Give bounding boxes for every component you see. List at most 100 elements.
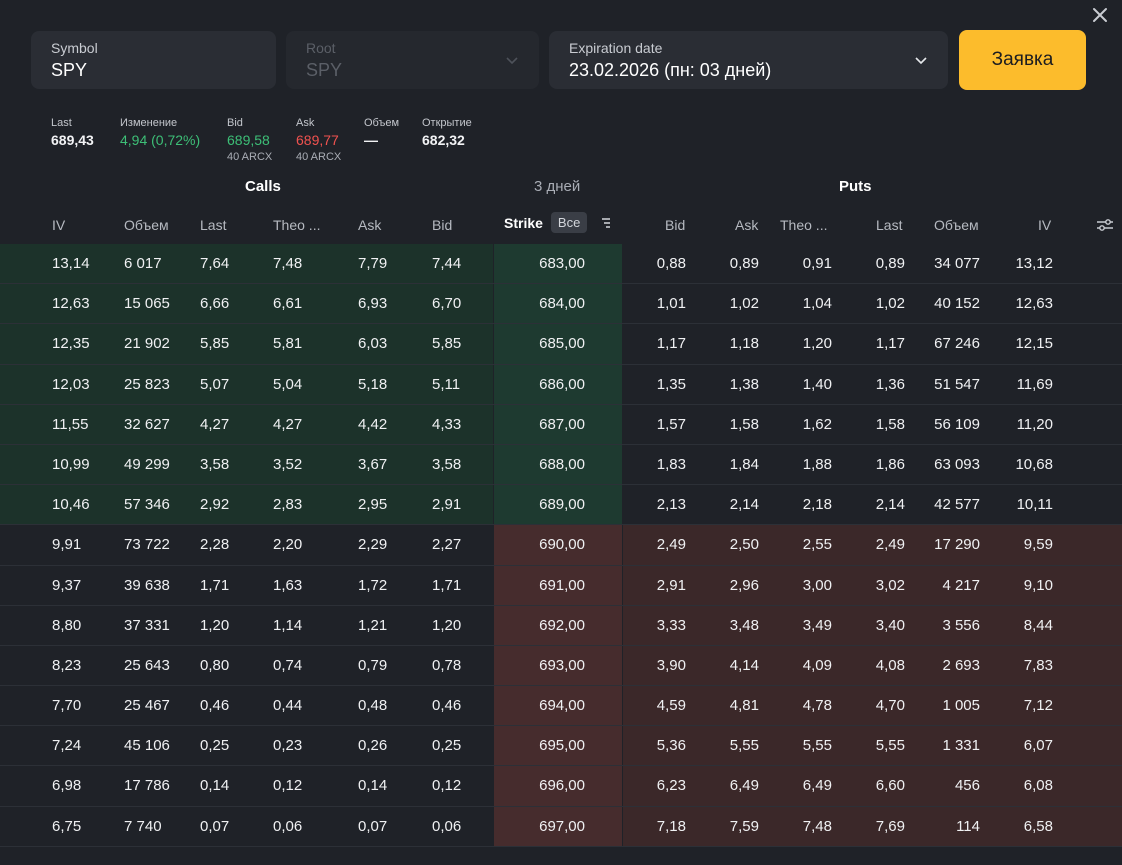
option-row[interactable]: 12,03 25 823 5,07 5,04 5,18 5,11 686,00 1,35 1,3… — [0, 364, 1122, 405]
call-iv-cell: 9,37 — [52, 576, 82, 594]
put-bid-cell[interactable]: 1,01 — [657, 295, 686, 313]
call-ask-cell[interactable]: 2,29 — [358, 536, 387, 554]
option-row[interactable]: 11,55 32 627 4,27 4,27 4,42 4,33 687,00 1,57 1,5… — [0, 404, 1122, 445]
put-bid-cell[interactable]: 7,18 — [657, 818, 686, 836]
call-bid-cell[interactable]: 0,06 — [432, 818, 461, 836]
put-ask-cell[interactable]: 4,14 — [730, 657, 759, 675]
col-header-calls-bid[interactable]: Bid — [432, 216, 452, 234]
col-header-puts-ask[interactable]: Ask — [735, 216, 758, 234]
call-ask-cell[interactable]: 0,26 — [358, 737, 387, 755]
option-row[interactable]: 8,80 37 331 1,20 1,14 1,21 1,20 692,00 3,33 3,48… — [0, 605, 1122, 646]
call-ask-cell[interactable]: 0,07 — [358, 818, 387, 836]
put-ask-cell[interactable]: 1,18 — [730, 335, 759, 353]
settings-sliders-icon[interactable] — [1095, 217, 1115, 233]
sort-icon[interactable] — [599, 217, 613, 229]
col-header-strike[interactable]: Strike — [504, 215, 543, 231]
put-ask-cell[interactable]: 1,84 — [730, 456, 759, 474]
call-ask-cell[interactable]: 1,72 — [358, 577, 387, 595]
call-bid-cell[interactable]: 2,27 — [432, 536, 461, 554]
put-bid-cell[interactable]: 3,90 — [657, 657, 686, 675]
option-row[interactable]: 10,46 57 346 2,92 2,83 2,95 2,91 689,00 2,13 2,1… — [0, 485, 1122, 526]
call-ask-cell[interactable]: 5,18 — [358, 376, 387, 394]
call-ask-cell[interactable]: 6,03 — [358, 335, 387, 353]
put-ask-cell[interactable]: 3,48 — [730, 617, 759, 635]
option-row[interactable]: 12,35 21 902 5,85 5,81 6,03 5,85 685,00 1,17 1,1… — [0, 324, 1122, 365]
call-theo-cell: 1,63 — [273, 576, 303, 594]
col-header-calls-theo[interactable]: Theo ... — [273, 216, 320, 234]
strike-cell: 697,00 — [539, 817, 585, 835]
col-header-puts-volume[interactable]: Объем — [934, 216, 979, 234]
order-button[interactable]: Заявка — [959, 30, 1086, 90]
put-bid-cell[interactable]: 2,49 — [657, 536, 686, 554]
put-ask-cell[interactable]: 1,38 — [730, 376, 759, 394]
call-bid-cell[interactable]: 0,78 — [432, 657, 461, 675]
put-theo-cell: 1,04 — [802, 295, 832, 313]
put-bid-cell[interactable]: 3,33 — [657, 617, 686, 635]
put-bid-cell[interactable]: 2,13 — [657, 496, 686, 514]
expiration-date-select[interactable]: Expiration date 23.02.2026 (пн: 03 дней) — [549, 31, 948, 89]
call-bid-cell[interactable]: 5,85 — [432, 335, 461, 353]
call-ask-cell[interactable]: 4,42 — [358, 416, 387, 434]
strike-filter-button[interactable]: Все — [550, 212, 588, 233]
call-bid-cell[interactable]: 2,91 — [432, 496, 461, 514]
call-bid-cell[interactable]: 6,70 — [432, 295, 461, 313]
option-row[interactable]: 7,70 25 467 0,46 0,44 0,48 0,46 694,00 4,59 4,81… — [0, 686, 1122, 727]
col-header-calls-last[interactable]: Last — [200, 216, 226, 234]
put-ask-cell[interactable]: 5,55 — [730, 737, 759, 755]
call-ask-cell[interactable]: 0,14 — [358, 777, 387, 795]
call-bid-cell[interactable]: 4,33 — [432, 416, 461, 434]
call-ask-cell[interactable]: 0,79 — [358, 657, 387, 675]
symbol-input[interactable]: SPY — [51, 57, 256, 83]
col-header-puts-bid[interactable]: Bid — [665, 216, 685, 234]
col-header-puts-iv[interactable]: IV — [1038, 216, 1051, 234]
call-bid-cell[interactable]: 3,58 — [432, 456, 461, 474]
put-ask-cell[interactable]: 2,50 — [730, 536, 759, 554]
call-ask-cell[interactable]: 0,48 — [358, 697, 387, 715]
put-ask-cell[interactable]: 4,81 — [730, 697, 759, 715]
col-header-puts-theo[interactable]: Theo ... — [780, 216, 827, 234]
call-ask-cell[interactable]: 1,21 — [358, 617, 387, 635]
col-header-calls-ask[interactable]: Ask — [358, 216, 381, 234]
call-ask-cell[interactable]: 7,79 — [358, 255, 387, 273]
put-bid-cell[interactable]: 5,36 — [657, 737, 686, 755]
put-bid-cell[interactable]: 1,57 — [657, 416, 686, 434]
option-row[interactable]: 9,37 39 638 1,71 1,63 1,72 1,71 691,00 2,91 2,96… — [0, 565, 1122, 606]
call-bid-cell[interactable]: 1,71 — [432, 577, 461, 595]
put-ask-cell[interactable]: 2,96 — [730, 577, 759, 595]
option-row[interactable]: 13,14 6 017 7,64 7,48 7,79 7,44 683,00 0,88 0,89… — [0, 244, 1122, 285]
put-ask-cell[interactable]: 1,02 — [730, 295, 759, 313]
put-ask-cell[interactable]: 1,58 — [730, 416, 759, 434]
option-row[interactable]: 9,91 73 722 2,28 2,20 2,29 2,27 690,00 2,49 2,50… — [0, 525, 1122, 566]
put-bid-cell[interactable]: 6,23 — [657, 777, 686, 795]
option-row[interactable]: 12,63 15 065 6,66 6,61 6,93 6,70 684,00 1,01 1,0… — [0, 284, 1122, 325]
call-bid-cell[interactable]: 5,11 — [432, 376, 460, 394]
option-row[interactable]: 6,98 17 786 0,14 0,12 0,14 0,12 696,00 6,23 6,49… — [0, 766, 1122, 807]
option-row[interactable]: 6,75 7 740 0,07 0,06 0,07 0,06 697,00 7,18 7,59 7… — [0, 806, 1122, 847]
put-bid-cell[interactable]: 1,83 — [657, 456, 686, 474]
call-ask-cell[interactable]: 2,95 — [358, 496, 387, 514]
put-bid-cell[interactable]: 0,88 — [657, 255, 686, 273]
put-bid-cell[interactable]: 1,17 — [657, 335, 686, 353]
call-bid-cell[interactable]: 7,44 — [432, 255, 461, 273]
call-bid-cell[interactable]: 0,12 — [432, 777, 461, 795]
call-bid-cell[interactable]: 1,20 — [432, 617, 461, 635]
col-header-calls-volume[interactable]: Объем — [124, 216, 169, 234]
call-ask-cell[interactable]: 6,93 — [358, 295, 387, 313]
call-ask-cell[interactable]: 3,67 — [358, 456, 387, 474]
option-row[interactable]: 10,99 49 299 3,58 3,52 3,67 3,58 688,00 1,83 1,8… — [0, 444, 1122, 486]
put-ask-cell[interactable]: 0,89 — [730, 255, 759, 273]
put-bid-cell[interactable]: 4,59 — [657, 697, 686, 715]
put-bid-cell[interactable]: 2,91 — [657, 577, 686, 595]
put-ask-cell[interactable]: 7,59 — [730, 818, 759, 836]
put-ask-cell[interactable]: 6,49 — [730, 777, 759, 795]
close-button[interactable] — [1090, 5, 1110, 25]
option-row[interactable]: 7,24 45 106 0,25 0,23 0,26 0,25 695,00 5,36 5,55… — [0, 726, 1122, 767]
call-bid-cell[interactable]: 0,46 — [432, 697, 461, 715]
col-header-calls-iv[interactable]: IV — [52, 216, 65, 234]
col-header-puts-last[interactable]: Last — [876, 216, 902, 234]
call-bid-cell[interactable]: 0,25 — [432, 737, 461, 755]
symbol-field[interactable]: Symbol SPY — [31, 31, 276, 89]
put-bid-cell[interactable]: 1,35 — [657, 376, 686, 394]
put-ask-cell[interactable]: 2,14 — [730, 496, 759, 514]
option-row[interactable]: 8,23 25 643 0,80 0,74 0,79 0,78 693,00 3,90 4,14… — [0, 645, 1122, 687]
